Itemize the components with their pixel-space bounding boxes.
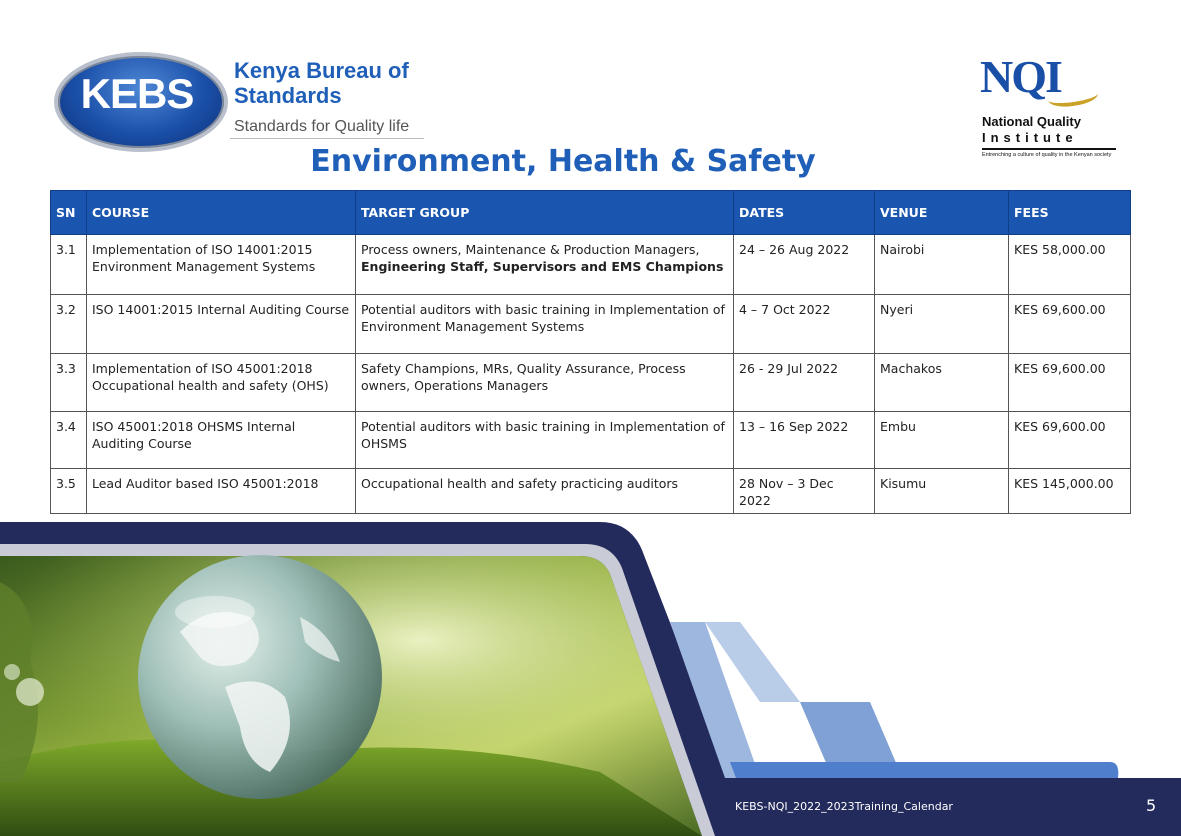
kebs-name: Kenya Bureau of Standards (234, 58, 409, 108)
target-text: Process owners, Maintenance & Production… (361, 242, 700, 257)
cell-course: ISO 14001:2015 Internal Auditing Course (86, 294, 356, 354)
cell-fees: KES 69,600.00 (1008, 353, 1131, 412)
footer-banner (0, 522, 1181, 836)
cell-fees: KES 69,600.00 (1008, 294, 1131, 354)
table-row: 3.1 Implementation of ISO 14001:2015 Env… (50, 234, 1131, 295)
cell-target-group: Safety Champions, MRs, Quality Assurance… (355, 353, 734, 412)
column-header-dates: DATES (733, 190, 875, 235)
page-number: 5 (1146, 796, 1157, 815)
cell-venue: Embu (874, 411, 1009, 469)
cell-course: ISO 45001:2018 OHSMS Internal Auditing C… (86, 411, 356, 469)
courses-table: SN COURSE TARGET GROUP DATES VENUE FEES … (50, 190, 1131, 514)
column-header-fees: FEES (1008, 190, 1131, 235)
cell-venue: Kisumu (874, 468, 1009, 514)
column-header-sn: SN (50, 190, 87, 235)
cell-dates: 24 – 26 Aug 2022 (733, 234, 875, 295)
kebs-tagline: Standards for Quality life (234, 118, 410, 135)
cell-target-group: Potential auditors with basic training i… (355, 411, 734, 469)
cell-dates: 4 – 7 Oct 2022 (733, 294, 875, 354)
kebs-oval-text: KEBS (80, 70, 195, 117)
cell-fees: KES 58,000.00 (1008, 234, 1131, 295)
cell-sn: 3.3 (50, 353, 87, 412)
cell-sn: 3.5 (50, 468, 87, 514)
cell-target-group: Process owners, Maintenance & Production… (355, 234, 734, 295)
table-row: 3.3 Implementation of ISO 45001:2018 Occ… (50, 353, 1131, 412)
table-row: 3.2 ISO 14001:2015 Internal Auditing Cou… (50, 294, 1131, 354)
cell-target-group: Potential auditors with basic training i… (355, 294, 734, 354)
column-header-venue: VENUE (874, 190, 1009, 235)
cell-dates: 28 Nov – 3 Dec 2022 (733, 468, 875, 514)
cell-course: Implementation of ISO 14001:2015 Environ… (86, 234, 356, 295)
nqi-mark: NQI (980, 51, 1063, 102)
cell-course: Implementation of ISO 45001:2018 Occupat… (86, 353, 356, 412)
column-header-target-group: TARGET GROUP (355, 190, 734, 235)
cell-sn: 3.1 (50, 234, 87, 295)
cell-course: Lead Auditor based ISO 45001:2018 (86, 468, 356, 514)
footer-document-name: KEBS-NQI_2022_2023Training_Calendar (735, 800, 953, 813)
cell-venue: Nyeri (874, 294, 1009, 354)
cell-dates: 13 – 16 Sep 2022 (733, 411, 875, 469)
cell-sn: 3.4 (50, 411, 87, 469)
divider (230, 138, 424, 139)
table-row: 3.5 Lead Auditor based ISO 45001:2018 Oc… (50, 468, 1131, 514)
nqi-line2: Institute (982, 130, 1078, 145)
cell-sn: 3.2 (50, 294, 87, 354)
column-header-course: COURSE (86, 190, 356, 235)
table-row: 3.4 ISO 45001:2018 OHSMS Internal Auditi… (50, 411, 1131, 469)
nqi-line1: National Quality (982, 114, 1081, 129)
target-text-bold: Engineering Staff, Supervisors and EMS C… (361, 259, 724, 274)
cell-fees: KES 145,000.00 (1008, 468, 1131, 514)
kebs-logo: KEBS Kenya Bureau of Standards Standards… (50, 48, 430, 152)
cell-target-group: Occupational health and safety practicin… (355, 468, 734, 514)
table-header-row: SN COURSE TARGET GROUP DATES VENUE FEES (50, 190, 1131, 235)
cell-dates: 26 - 29 Jul 2022 (733, 353, 875, 412)
cell-venue: Machakos (874, 353, 1009, 412)
page-title: Environment, Health & Safety (310, 144, 816, 179)
cell-fees: KES 69,600.00 (1008, 411, 1131, 469)
cell-venue: Nairobi (874, 234, 1009, 295)
